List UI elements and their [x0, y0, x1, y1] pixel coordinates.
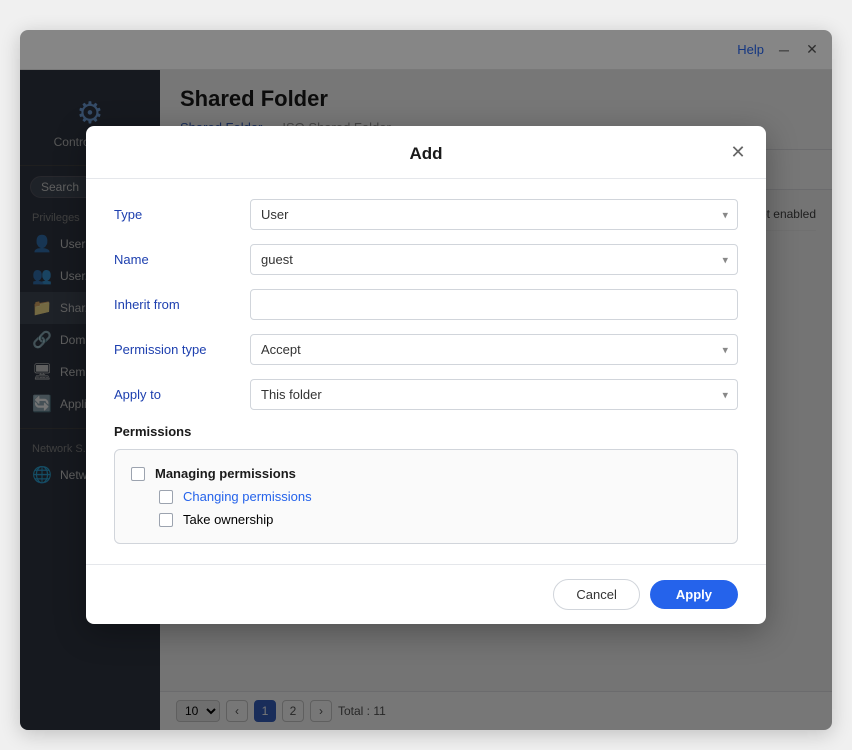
- name-select-wrapper: guest admin ▾: [250, 244, 738, 275]
- add-modal: Add ✕ Type User Group ▾ Name guest admin: [86, 126, 766, 624]
- perm-row-take-ownership: Take ownership: [131, 508, 721, 531]
- permissions-label: Permissions: [114, 424, 738, 439]
- type-select[interactable]: User Group: [250, 199, 738, 230]
- type-select-wrapper: User Group ▾: [250, 199, 738, 230]
- name-row: Name guest admin ▾: [114, 244, 738, 275]
- modal-title: Add: [409, 144, 442, 164]
- inherit-from-row: Inherit from: [114, 289, 738, 320]
- modal-close-button[interactable]: ✕: [726, 140, 750, 164]
- apply-to-select-wrapper: This folder This folder and subfolders S…: [250, 379, 738, 410]
- modal-header: Add ✕: [86, 126, 766, 179]
- managing-label: Managing permissions: [155, 466, 296, 481]
- apply-button[interactable]: Apply: [650, 580, 738, 609]
- changing-label[interactable]: Changing permissions: [183, 489, 312, 504]
- name-label: Name: [114, 252, 234, 267]
- type-row: Type User Group ▾: [114, 199, 738, 230]
- permissions-box: Managing permissions Changing permission…: [114, 449, 738, 544]
- managing-checkbox[interactable]: [131, 467, 145, 481]
- inherit-from-label: Inherit from: [114, 297, 234, 312]
- perm-row-changing: Changing permissions: [131, 485, 721, 508]
- apply-to-row: Apply to This folder This folder and sub…: [114, 379, 738, 410]
- permission-type-row: Permission type Accept Deny ▾: [114, 334, 738, 365]
- permission-type-select[interactable]: Accept Deny: [250, 334, 738, 365]
- modal-footer: Cancel Apply: [86, 564, 766, 624]
- take-ownership-checkbox[interactable]: [159, 513, 173, 527]
- modal-body: Type User Group ▾ Name guest admin ▾: [86, 179, 766, 564]
- changing-checkbox[interactable]: [159, 490, 173, 504]
- apply-to-select[interactable]: This folder This folder and subfolders S…: [250, 379, 738, 410]
- take-ownership-label: Take ownership: [183, 512, 273, 527]
- name-select[interactable]: guest admin: [250, 244, 738, 275]
- inherit-from-input[interactable]: [250, 289, 738, 320]
- permission-type-label: Permission type: [114, 342, 234, 357]
- permission-type-select-wrapper: Accept Deny ▾: [250, 334, 738, 365]
- type-label: Type: [114, 207, 234, 222]
- apply-to-label: Apply to: [114, 387, 234, 402]
- permissions-section: Permissions Managing permissions Changin…: [114, 424, 738, 544]
- cancel-button[interactable]: Cancel: [553, 579, 639, 610]
- perm-row-managing: Managing permissions: [131, 462, 721, 485]
